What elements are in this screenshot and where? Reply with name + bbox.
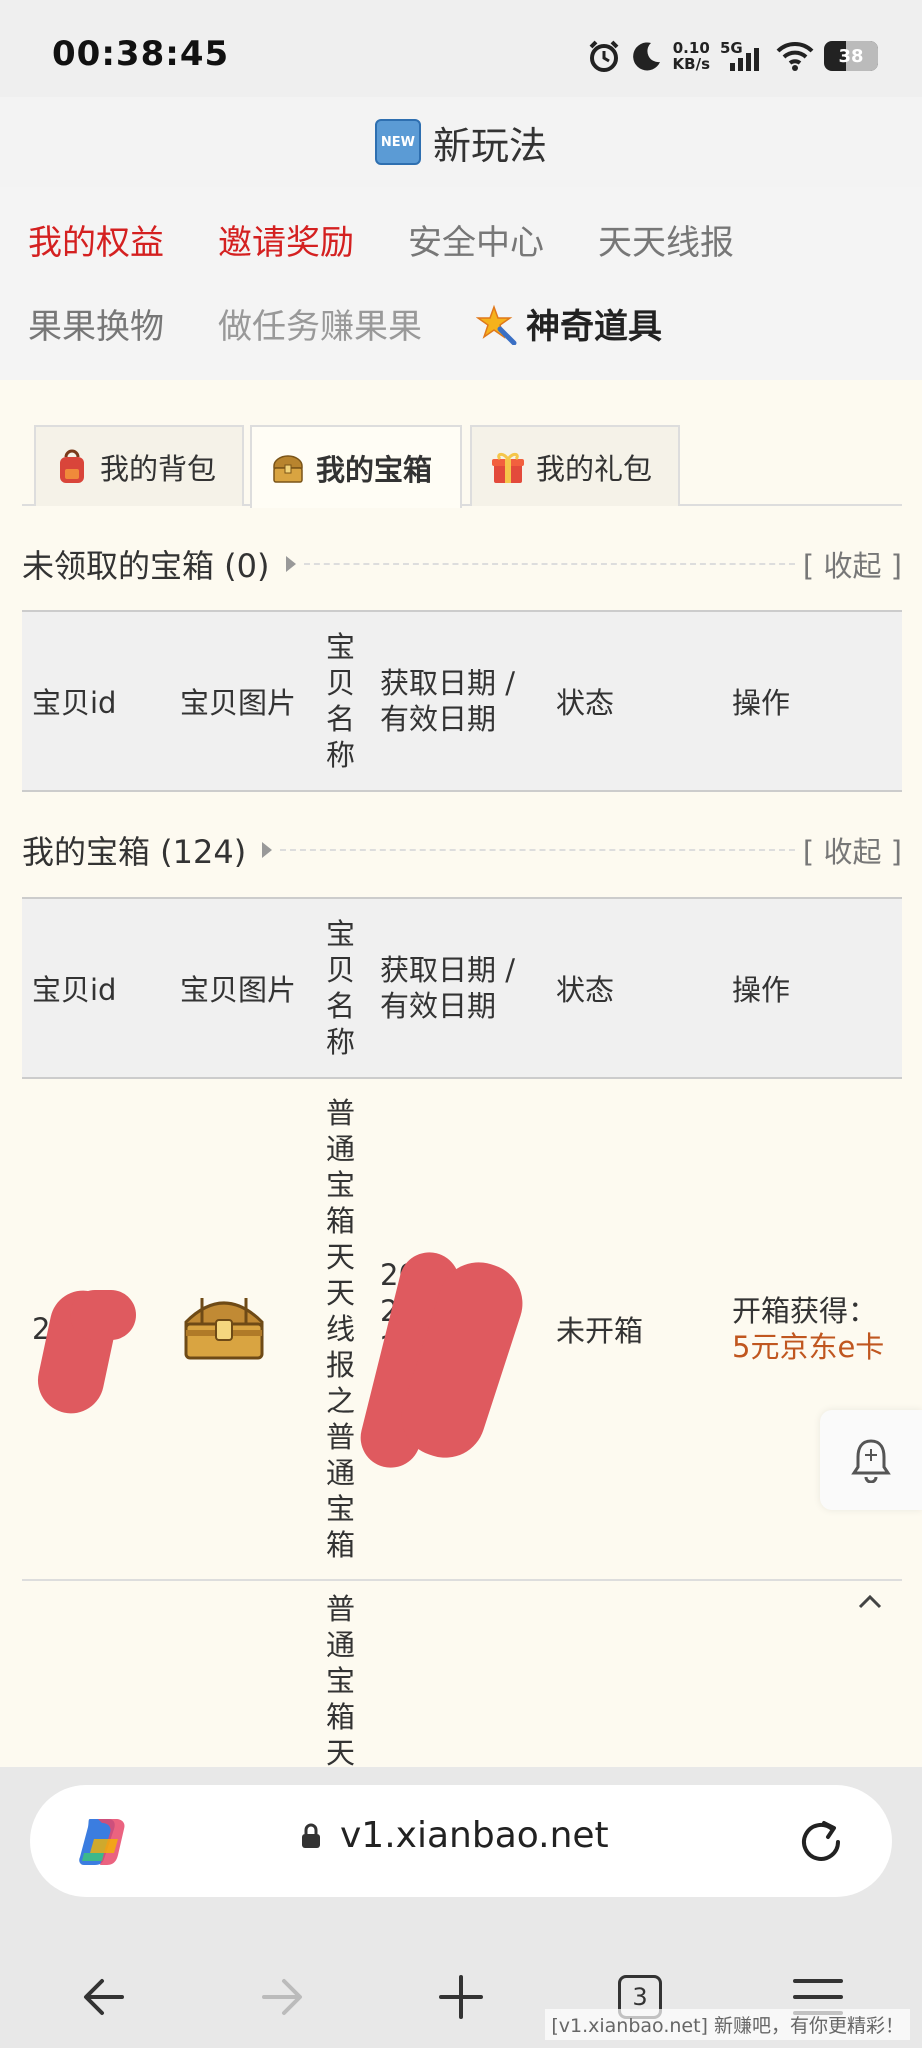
table-header-row: 宝贝id 宝贝图片 宝贝名称 获取日期 / 有效日期 状态 操作 bbox=[22, 897, 902, 1079]
lock-icon bbox=[302, 1823, 320, 1848]
col-action: 操作 bbox=[722, 897, 902, 1079]
nav-security-center[interactable]: 安全中心 bbox=[408, 215, 544, 264]
tab-my-backpack[interactable]: 我的背包 bbox=[34, 425, 244, 506]
col-status: 状态 bbox=[546, 897, 722, 1079]
new-badge-icon: NEW bbox=[374, 119, 421, 165]
forward-button[interactable] bbox=[252, 1967, 312, 2027]
moon-icon bbox=[632, 42, 660, 71]
nav-earn-fruit-tasks[interactable]: 做任务赚果果 bbox=[218, 299, 422, 348]
unclaimed-chests-title: 未领取的宝箱 (0) bbox=[22, 547, 270, 585]
col-dates: 获取日期 / 有效日期 bbox=[370, 897, 546, 1079]
my-chests-header: 我的宝箱 (124) [ 收起 ] bbox=[22, 820, 902, 880]
url-display: v1.xianbao.net bbox=[300, 1815, 609, 1856]
nav-magic-items-label: 神奇道具 bbox=[526, 307, 662, 347]
inventory-tabs: 我的背包 我的宝箱 我的礼包 bbox=[22, 425, 902, 508]
col-item-id: 宝贝id bbox=[22, 610, 170, 792]
col-item-name: 宝贝名称 bbox=[318, 897, 370, 1079]
nav-magic-items[interactable]: 神奇道具 bbox=[476, 299, 662, 348]
col-item-id: 宝贝id bbox=[22, 897, 170, 1079]
gift-icon bbox=[492, 452, 524, 483]
treasure-chest-icon bbox=[184, 1297, 264, 1359]
back-button[interactable] bbox=[74, 1967, 134, 2027]
new-feature-banner[interactable]: NEW 新玩法 bbox=[0, 97, 922, 187]
my-chests-title: 我的宝箱 (124) bbox=[22, 833, 247, 871]
col-item-image: 宝贝图片 bbox=[170, 610, 318, 792]
bell-icon bbox=[851, 1439, 891, 1483]
new-tab-button[interactable] bbox=[431, 1967, 491, 2027]
alarm-icon bbox=[589, 40, 618, 72]
col-action: 操作 bbox=[722, 610, 902, 792]
copilot-icon[interactable] bbox=[74, 1813, 132, 1871]
reload-icon[interactable] bbox=[794, 1815, 848, 1869]
battery-icon: 38 bbox=[824, 41, 878, 71]
wifi-icon bbox=[776, 41, 814, 71]
unclaimed-chests-header: 未领取的宝箱 (0) [ 收起 ] bbox=[22, 534, 902, 594]
status-icons: 0.10 KB/s 5G 38 bbox=[587, 36, 878, 76]
collapse-my-chests-button[interactable]: [ 收起 ] bbox=[803, 829, 902, 871]
notification-bell-button[interactable] bbox=[820, 1410, 922, 1510]
nav-daily-deals[interactable]: 天天线报 bbox=[598, 215, 734, 264]
action-label: 开箱获得： bbox=[732, 1294, 878, 1328]
backpack-icon bbox=[60, 449, 84, 483]
nav-fruit-exchange[interactable]: 果果换物 bbox=[28, 299, 164, 348]
url-text: v1.xianbao.net bbox=[340, 1815, 609, 1856]
arrow-right-icon bbox=[262, 1979, 302, 2015]
col-dates: 获取日期 / 有效日期 bbox=[370, 610, 546, 792]
expand-arrow-icon bbox=[262, 842, 273, 858]
row-status: 未开箱 bbox=[546, 1078, 722, 1581]
row-item-name: 普通宝箱天 bbox=[318, 1580, 370, 1783]
col-status: 状态 bbox=[546, 610, 722, 792]
open-chest-reward-link[interactable]: 5元京东e卡 bbox=[732, 1329, 892, 1365]
browser-bottom-bar: v1.xianbao.net 3 [v1.xianbao.net] 新赚吧，有你… bbox=[0, 1767, 922, 2048]
redaction-mark bbox=[70, 1290, 136, 1340]
nav-my-benefits[interactable]: 我的权益 bbox=[28, 215, 164, 264]
expand-arrow-icon bbox=[285, 556, 296, 572]
row-item-name: 普通宝箱天天线报之普通宝箱 bbox=[318, 1078, 370, 1581]
col-item-image: 宝贝图片 bbox=[170, 897, 318, 1079]
scroll-to-top-caret-icon[interactable] bbox=[858, 1586, 882, 1616]
table-header-row: 宝贝id 宝贝图片 宝贝名称 获取日期 / 有效日期 状态 操作 bbox=[22, 610, 902, 792]
treasure-chest-icon bbox=[273, 454, 303, 483]
unclaimed-chests-table: 宝贝id 宝贝图片 宝贝名称 获取日期 / 有效日期 状态 操作 bbox=[22, 610, 902, 792]
status-bar: 00:38:45 0.10 KB/s 5G 38 bbox=[0, 0, 922, 97]
collapse-unclaimed-button[interactable]: [ 收起 ] bbox=[803, 543, 902, 585]
address-bar[interactable]: v1.xianbao.net bbox=[30, 1785, 892, 1897]
site-watermark: [v1.xianbao.net] 新赚吧，有你更精彩！ bbox=[545, 2009, 910, 2040]
row-item-image bbox=[170, 1078, 318, 1581]
status-time: 00:38:45 bbox=[52, 34, 230, 74]
nav-invite-rewards[interactable]: 邀请奖励 bbox=[218, 215, 354, 264]
tab-my-treasure-chest[interactable]: 我的宝箱 bbox=[250, 425, 462, 508]
net-speed: 0.10 KB/s bbox=[672, 39, 710, 73]
banner-title: 新玩法 bbox=[432, 123, 547, 168]
tab-my-gift-pack[interactable]: 我的礼包 bbox=[470, 425, 680, 506]
magic-wand-star-icon bbox=[476, 304, 517, 345]
plus-icon bbox=[439, 1975, 483, 2019]
arrow-left-icon bbox=[84, 1979, 124, 2015]
cell-signal-icon: 5G bbox=[720, 39, 766, 73]
account-nav: 我的权益 邀请奖励 安全中心 天天线报 果果换物 做任务赚果果 神奇道具 bbox=[0, 187, 922, 380]
col-item-name: 宝贝名称 bbox=[318, 610, 370, 792]
table-row: 普通宝箱天 bbox=[22, 1580, 902, 1783]
